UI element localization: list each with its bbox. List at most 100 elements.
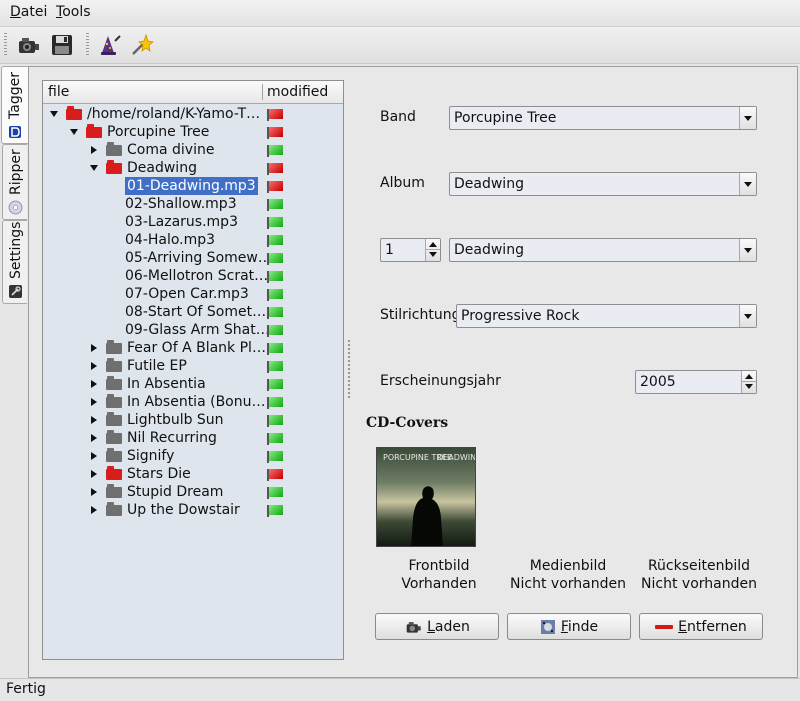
- toolbar-grip-2[interactable]: [86, 33, 89, 57]
- column-header-modified[interactable]: modified: [267, 84, 328, 100]
- chevron-down-icon[interactable]: [739, 173, 756, 195]
- tree-row[interactable]: 07-Open Car.mp3: [43, 285, 343, 303]
- track-title-combo[interactable]: Deadwing: [449, 238, 757, 262]
- chevron-down-icon[interactable]: [739, 305, 756, 327]
- chevron-down-icon[interactable]: [50, 111, 58, 117]
- chevron-right-icon[interactable]: [91, 380, 97, 388]
- tree-row[interactable]: 04-Halo.mp3: [43, 231, 343, 249]
- chevron-right-icon[interactable]: [91, 488, 97, 496]
- tab-tagger[interactable]: Tagger: [1, 66, 28, 144]
- tree-row-label: Nil Recurring: [127, 430, 217, 446]
- spin-down-icon[interactable]: [745, 384, 753, 389]
- tree-row-label: In Absentia (Bonu…: [127, 394, 266, 410]
- tree-row[interactable]: 08-Start Of Somet…: [43, 303, 343, 321]
- camera-button[interactable]: [14, 31, 42, 59]
- menu-tools[interactable]: Tools: [56, 4, 91, 20]
- save-icon: [52, 35, 72, 55]
- file-tree[interactable]: file modified /home/roland/K-Yamo-T… Porc…: [42, 80, 344, 660]
- spin-buttons[interactable]: [741, 371, 756, 393]
- toolbar-grip[interactable]: [4, 33, 7, 57]
- tree-row[interactable]: 03-Lazarus.mp3: [43, 213, 343, 231]
- year-value: 2005: [640, 374, 676, 390]
- genre-value: Progressive Rock: [461, 308, 580, 324]
- spin-divider: [742, 381, 756, 382]
- album-label: Album: [380, 175, 425, 191]
- flag-icon: [267, 109, 283, 121]
- tree-row[interactable]: Coma divine: [43, 141, 343, 159]
- tree-row[interactable]: 09-Glass Arm Shat…: [43, 321, 343, 339]
- folder-icon: [106, 412, 122, 426]
- cd-icon: [8, 200, 23, 215]
- chevron-down-icon[interactable]: [90, 165, 98, 171]
- tree-row[interactable]: Fear Of A Blank Pl…: [43, 339, 343, 357]
- chevron-right-icon[interactable]: [91, 416, 97, 424]
- tree-row-label: Stupid Dream: [127, 484, 224, 500]
- tree-row[interactable]: In Absentia (Bonu…: [43, 393, 343, 411]
- tree-row-label: 06-Mellotron Scrat…: [125, 268, 269, 284]
- album-combo[interactable]: Deadwing: [449, 172, 757, 196]
- menu-datei[interactable]: Datei: [10, 4, 47, 20]
- chevron-down-icon[interactable]: [739, 239, 756, 261]
- tree-row[interactable]: Lightbulb Sun: [43, 411, 343, 429]
- flag-icon: [267, 469, 283, 481]
- tree-row-label: Coma divine: [127, 142, 215, 158]
- tab-settings[interactable]: Settings: [2, 220, 27, 304]
- star-wand-button[interactable]: [128, 31, 156, 59]
- chevron-down-icon[interactable]: [739, 107, 756, 129]
- front-cover-image[interactable]: PORCUPINE TREE DEADWING: [376, 447, 476, 547]
- genre-combo[interactable]: Progressive Rock: [456, 304, 757, 328]
- band-value: Porcupine Tree: [454, 110, 557, 126]
- back-cover-status: Nicht vorhanden: [641, 576, 757, 592]
- tree-row[interactable]: Up the Dowstair: [43, 501, 343, 519]
- band-combo[interactable]: Porcupine Tree: [449, 106, 757, 130]
- chevron-right-icon[interactable]: [91, 506, 97, 514]
- chevron-right-icon[interactable]: [91, 146, 97, 154]
- remove-button[interactable]: Entfernen: [639, 613, 763, 640]
- tree-row-label: 03-Lazarus.mp3: [125, 214, 238, 230]
- spin-down-icon[interactable]: [429, 252, 437, 257]
- save-button[interactable]: [48, 31, 76, 59]
- spin-divider: [426, 249, 440, 250]
- spin-up-icon[interactable]: [745, 374, 753, 379]
- chevron-right-icon[interactable]: [91, 452, 97, 460]
- chevron-right-icon[interactable]: [91, 434, 97, 442]
- chevron-right-icon[interactable]: [91, 470, 97, 478]
- tree-row[interactable]: Nil Recurring: [43, 429, 343, 447]
- flag-icon: [267, 505, 283, 517]
- tree-row[interactable]: 02-Shallow.mp3: [43, 195, 343, 213]
- tree-row[interactable]: Deadwing: [43, 159, 343, 177]
- folder-icon: [106, 502, 122, 516]
- tree-row[interactable]: 06-Mellotron Scrat…: [43, 267, 343, 285]
- tree-row[interactable]: Stupid Dream: [43, 483, 343, 501]
- spin-up-icon[interactable]: [429, 242, 437, 247]
- tree-row-label: Lightbulb Sun: [127, 412, 224, 428]
- load-button[interactable]: Laden: [375, 613, 499, 640]
- toolbar: [0, 27, 800, 64]
- tag-icon: [9, 126, 21, 138]
- tree-row[interactable]: Porcupine Tree: [43, 123, 343, 141]
- tree-row[interactable]: 01-Deadwing.mp3: [43, 177, 343, 195]
- tree-row[interactable]: 05-Arriving Somew…: [43, 249, 343, 267]
- tree-row[interactable]: In Absentia: [43, 375, 343, 393]
- year-spinbox[interactable]: 2005: [635, 370, 757, 394]
- chevron-right-icon[interactable]: [91, 362, 97, 370]
- flag-icon: [267, 235, 283, 247]
- spin-buttons[interactable]: [425, 239, 440, 261]
- track-title-value: Deadwing: [454, 242, 524, 258]
- track-number-spinbox[interactable]: 1: [380, 238, 441, 262]
- column-separator[interactable]: [262, 84, 263, 100]
- column-header-file[interactable]: file: [48, 84, 69, 100]
- splitter-handle[interactable]: [348, 340, 350, 400]
- tree-row[interactable]: /home/roland/K-Yamo-T…: [43, 105, 343, 123]
- find-button[interactable]: Finde: [507, 613, 631, 640]
- chevron-right-icon[interactable]: [91, 398, 97, 406]
- tree-row-label: Deadwing: [127, 160, 197, 176]
- chevron-right-icon[interactable]: [91, 344, 97, 352]
- tree-row[interactable]: Signify: [43, 447, 343, 465]
- tree-row[interactable]: Stars Die: [43, 465, 343, 483]
- tab-ripper[interactable]: Ripper: [2, 144, 27, 220]
- tree-row[interactable]: Futile EP: [43, 357, 343, 375]
- chevron-down-icon[interactable]: [70, 129, 78, 135]
- flag-icon: [267, 217, 283, 229]
- wizard-button[interactable]: [96, 31, 124, 59]
